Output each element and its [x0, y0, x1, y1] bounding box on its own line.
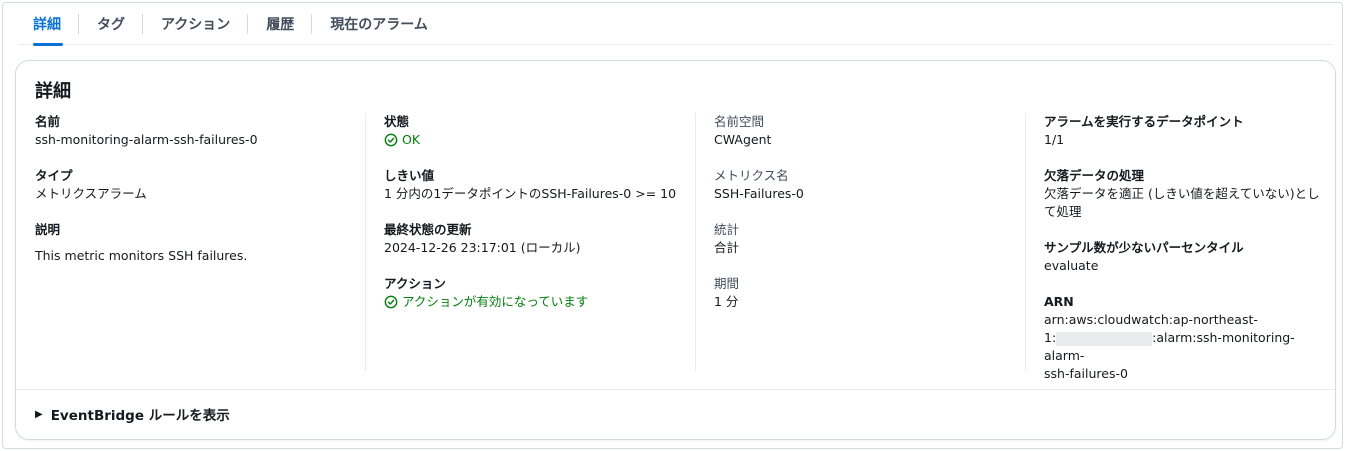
- state-label: 状態: [384, 114, 410, 129]
- field-missing-data: 欠落データの処理 欠落データを適正 (しきい値を超えていない)として処理: [1044, 167, 1325, 221]
- tab-label: 詳細: [33, 16, 61, 33]
- column-4: アラームを実行するデータポイント 1/1 欠落データの処理 欠落データを適正 (…: [1025, 113, 1325, 381]
- tab-tags[interactable]: タグ: [79, 3, 143, 45]
- state-value: OK: [384, 131, 695, 149]
- namespace-label: 名前空間: [714, 114, 765, 129]
- description-label: 説明: [35, 222, 61, 237]
- statistic-value: 合計: [714, 240, 740, 255]
- actions-label: アクション: [384, 276, 446, 291]
- tab-details[interactable]: 詳細: [19, 3, 79, 46]
- field-statistic: 統計 合計: [714, 221, 1025, 257]
- column-2: 状態 OK しきい値 1 分内の1データポイントのSSH-Failures-0 …: [365, 113, 695, 371]
- card-title: 詳細: [35, 81, 71, 102]
- field-type: タイプ メトリクスアラーム: [35, 167, 365, 203]
- threshold-value: 1 分内の1データポイントのSSH-Failures-0 >= 10: [384, 186, 677, 201]
- column-1: 名前 ssh-monitoring-alarm-ssh-failures-0 タ…: [35, 113, 365, 371]
- datapoints-label: アラームを実行するデータポイント: [1044, 114, 1244, 129]
- field-arn: ARN arn:aws:cloudwatch:ap-northeast- 1::…: [1044, 293, 1325, 383]
- tab-history[interactable]: 履歴: [248, 3, 313, 45]
- datapoints-value: 1/1: [1044, 132, 1065, 147]
- tab-current-alarms[interactable]: 現在のアラーム: [312, 3, 446, 45]
- expander-label: EventBridge ルールを表示: [50, 408, 230, 424]
- actions-text: アクションが有効になっています: [402, 294, 589, 309]
- arn-line-2-prefix: 1:: [1044, 330, 1057, 345]
- field-namespace: 名前空間 CWAgent: [714, 113, 1025, 149]
- arn-line-2: 1::alarm:ssh-monitoring-alarm-: [1044, 329, 1325, 365]
- last-update-label: 最終状態の更新: [384, 222, 472, 237]
- metric-name-label: メトリクス名: [714, 168, 789, 183]
- tab-actions[interactable]: アクション: [143, 3, 249, 45]
- tab-label: アクション: [161, 16, 231, 33]
- check-circle-icon: [384, 133, 398, 147]
- column-3: 名前空間 CWAgent メトリクス名 SSH-Failures-0 統計 合計…: [695, 113, 1025, 371]
- field-datapoints: アラームを実行するデータポイント 1/1: [1044, 113, 1325, 149]
- field-low-sample-percentile: サンプル数が少ないパーセンタイル evaluate: [1044, 239, 1325, 275]
- actions-value: アクションが有効になっています: [384, 293, 695, 311]
- field-name: 名前 ssh-monitoring-alarm-ssh-failures-0: [35, 113, 365, 149]
- field-period: 期間 1 分: [714, 275, 1025, 311]
- field-state: 状態 OK: [384, 113, 695, 149]
- missing-data-value: 欠落データを適正 (しきい値を超えていない)として処理: [1044, 186, 1320, 219]
- tab-label: 履歴: [266, 16, 295, 33]
- arn-label: ARN: [1044, 294, 1074, 309]
- percentile-label: サンプル数が少ないパーセンタイル: [1044, 240, 1244, 255]
- details-panel: 詳細 タグ アクション 履歴 現在のアラーム 詳細 名前 ssh-monitor…: [2, 2, 1343, 449]
- redacted-account-id: [1056, 331, 1153, 346]
- percentile-value: evaluate: [1044, 258, 1099, 273]
- description-value: This metric monitors SSH failures.: [35, 248, 248, 263]
- arn-line-1: arn:aws:cloudwatch:ap-northeast-: [1044, 312, 1258, 327]
- field-metric-name: メトリクス名 SSH-Failures-0: [714, 167, 1025, 203]
- check-circle-icon: [384, 295, 398, 309]
- arn-value: arn:aws:cloudwatch:ap-northeast- 1::alar…: [1044, 311, 1325, 383]
- field-description: 説明 This metric monitors SSH failures.: [35, 221, 365, 265]
- missing-data-label: 欠落データの処理: [1044, 168, 1145, 183]
- last-update-value: 2024-12-26 23:17:01 (ローカル): [384, 240, 581, 255]
- name-label: 名前: [35, 114, 61, 129]
- eventbridge-rules-expander[interactable]: ▶ EventBridge ルールを表示: [35, 404, 230, 424]
- name-value: ssh-monitoring-alarm-ssh-failures-0: [35, 132, 258, 147]
- type-label: タイプ: [35, 168, 73, 183]
- card-divider: [16, 389, 1335, 390]
- statistic-label: 統計: [714, 222, 740, 237]
- field-threshold: しきい値 1 分内の1データポイントのSSH-Failures-0 >= 10: [384, 167, 695, 203]
- period-label: 期間: [714, 276, 740, 291]
- details-columns: 名前 ssh-monitoring-alarm-ssh-failures-0 タ…: [35, 113, 1325, 381]
- tab-label: タグ: [97, 16, 125, 33]
- field-actions: アクション アクションが有効になっています: [384, 275, 695, 311]
- namespace-value: CWAgent: [714, 132, 772, 147]
- details-card: 詳細 名前 ssh-monitoring-alarm-ssh-failures-…: [15, 60, 1336, 440]
- state-text: OK: [402, 132, 421, 147]
- tab-bar: 詳細 タグ アクション 履歴 現在のアラーム: [19, 3, 1332, 46]
- metric-name-value: SSH-Failures-0: [714, 186, 804, 201]
- caret-right-icon: ▶: [35, 408, 43, 420]
- tab-label: 現在のアラーム: [330, 16, 428, 33]
- threshold-label: しきい値: [384, 168, 435, 183]
- arn-line-3: ssh-failures-0: [1044, 366, 1128, 381]
- period-value: 1 分: [714, 294, 739, 309]
- type-value: メトリクスアラーム: [35, 186, 147, 201]
- field-last-update: 最終状態の更新 2024-12-26 23:17:01 (ローカル): [384, 221, 695, 257]
